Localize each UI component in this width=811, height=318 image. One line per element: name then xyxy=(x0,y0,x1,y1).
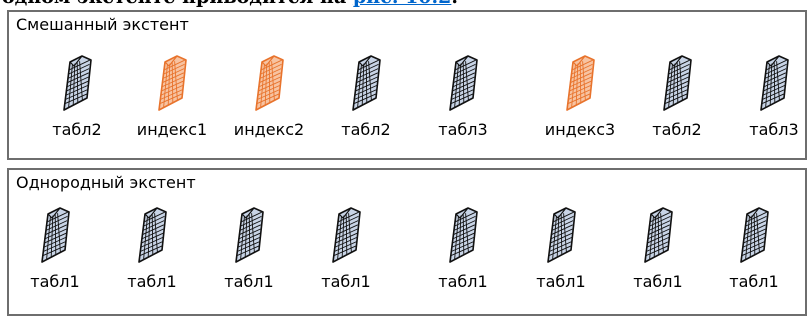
table-page-item: табл2 xyxy=(322,54,418,154)
page-label: табл2 xyxy=(652,120,702,139)
table-page-icon xyxy=(350,54,382,114)
table-page-item: табл1 xyxy=(614,206,710,306)
table-page-icon xyxy=(447,206,479,266)
table-page-icon xyxy=(642,206,674,266)
table-page-icon xyxy=(136,206,168,266)
page-label: индекс2 xyxy=(233,120,305,139)
table-page-item: табл1 xyxy=(205,206,301,306)
header-period: . xyxy=(451,0,458,8)
index-page-item: индекс3 xyxy=(536,54,632,154)
page-label: табл1 xyxy=(224,272,274,291)
table-page-item: табл1 xyxy=(517,206,613,306)
mixed-extent-title: Смешанный экстент xyxy=(16,15,189,34)
table-page-icon xyxy=(39,206,71,266)
figure-reference-link[interactable]: рис. 10.2 xyxy=(353,0,451,8)
header-text-fragment: одном экстенте приводится на xyxy=(2,0,353,8)
page-label: табл2 xyxy=(52,120,102,139)
table-page-icon xyxy=(758,54,790,114)
table-page-item: табл3 xyxy=(419,54,515,154)
page-label: табл3 xyxy=(749,120,799,139)
clipped-header-text: одном экстенте приводится на рис. 10.2. xyxy=(0,0,811,10)
mixed-extent-box: Смешанный экстент табл2 индекс1 индекс2 таб… xyxy=(7,10,807,160)
index-page-item: индекс2 xyxy=(225,54,321,154)
table-page-item: табл2 xyxy=(33,54,129,154)
table-page-icon xyxy=(545,206,577,266)
table-page-icon xyxy=(447,54,479,114)
page-label: табл1 xyxy=(321,272,371,291)
table-page-item: табл3 xyxy=(730,54,811,154)
page-label: табл1 xyxy=(729,272,779,291)
table-page-icon xyxy=(61,54,93,114)
index-page-icon xyxy=(564,54,596,114)
page-label: табл1 xyxy=(633,272,683,291)
header-sentence: одном экстенте приводится на рис. 10.2. xyxy=(2,0,458,8)
page-label: табл1 xyxy=(536,272,586,291)
page-label: индекс1 xyxy=(136,120,208,139)
table-page-item: табл1 xyxy=(710,206,806,306)
table-page-item: табл2 xyxy=(633,54,729,154)
table-page-item: табл1 xyxy=(108,206,204,306)
table-page-icon xyxy=(738,206,770,266)
page-label: табл1 xyxy=(127,272,177,291)
table-page-icon xyxy=(233,206,265,266)
uniform-extent-title: Однородный экстент xyxy=(16,173,196,192)
uniform-extent-box: Однородный экстент табл1 табл1 табл1 табл1 т… xyxy=(7,168,807,316)
index-page-icon xyxy=(253,54,285,114)
table-page-item: табл1 xyxy=(11,206,107,306)
page-label: табл1 xyxy=(438,272,488,291)
index-page-icon xyxy=(156,54,188,114)
page-label: табл3 xyxy=(438,120,488,139)
table-page-icon xyxy=(330,206,362,266)
table-page-item: табл1 xyxy=(302,206,398,306)
page-label: табл2 xyxy=(341,120,391,139)
page-label: табл1 xyxy=(30,272,80,291)
table-page-icon xyxy=(661,54,693,114)
table-page-item: табл1 xyxy=(419,206,515,306)
index-page-item: индекс1 xyxy=(128,54,224,154)
page-label: индекс3 xyxy=(544,120,616,139)
